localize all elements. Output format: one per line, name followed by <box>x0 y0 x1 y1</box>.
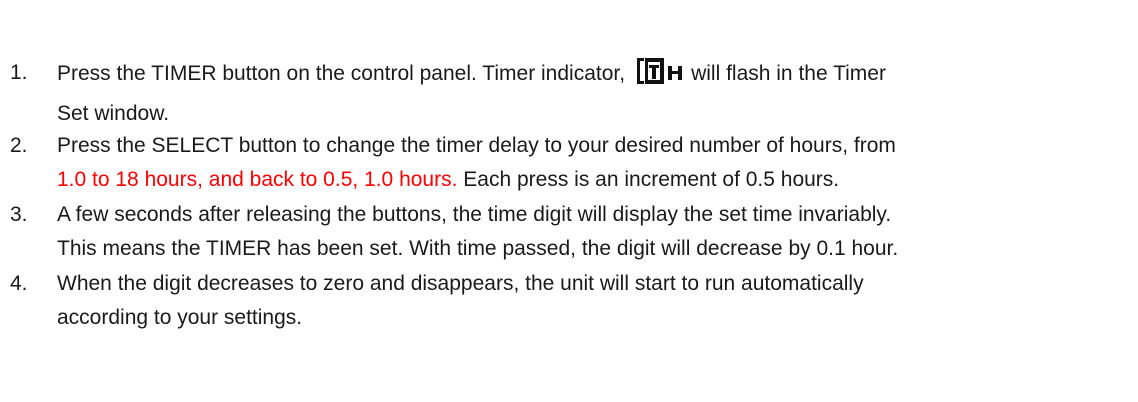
item-line: Press the TIMER button on the control pa… <box>57 56 1127 97</box>
item-line: When the digit decreases to zero and dis… <box>57 272 864 295</box>
item-line: Press the SELECT button to change the ti… <box>57 134 896 157</box>
item-number: 3. <box>10 203 28 226</box>
item-text: Press the TIMER button on the control pa… <box>57 56 1127 131</box>
highlighted-range-text: 1.0 to 18 hours, and back to 0.5, 1.0 ho… <box>57 168 458 191</box>
item-text: When the digit decreases to zero and dis… <box>57 267 1127 335</box>
item-line: Set window. <box>57 102 170 125</box>
item-number: 4. <box>10 272 28 295</box>
item-number: 2. <box>10 134 28 157</box>
item-text: Press the SELECT button to change the ti… <box>57 129 1127 197</box>
item-text-rest: Each press is an increment of 0.5 hours. <box>457 168 840 191</box>
timer-indicator-icon <box>637 56 687 97</box>
item-line: A few seconds after releasing the button… <box>57 203 892 226</box>
item-line: according to your settings. <box>57 306 303 329</box>
item-line: This means the TIMER has been set. With … <box>57 237 899 260</box>
item-text-before-icon: Press the TIMER button on the control pa… <box>57 62 626 85</box>
item-text: A few seconds after releasing the button… <box>57 198 1127 266</box>
item-number: 1. <box>10 61 28 84</box>
item-text-after-icon: will flash in the Timer <box>691 62 886 85</box>
item-line: 1.0 to 18 hours, and back to 0.5, 1.0 ho… <box>57 163 1127 197</box>
